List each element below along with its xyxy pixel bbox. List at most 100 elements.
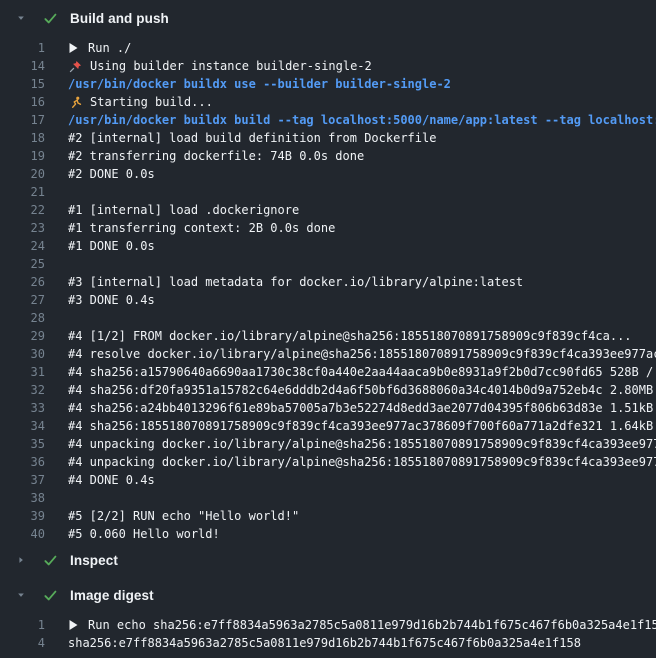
- section-header-image-digest[interactable]: Image digest: [0, 577, 656, 613]
- line-text-content: #5 0.060 Hello world!: [68, 525, 220, 543]
- line-text-content: #4 [1/2] FROM docker.io/library/alpine@s…: [68, 327, 632, 345]
- log-line: 31 #4 sha256:a15790640a6690aa1730c38cf0a4…: [0, 363, 656, 381]
- log-line: 16 Starting build...: [0, 93, 656, 111]
- line-text: #4 DONE 0.4s: [68, 471, 155, 489]
- line-text-content: #4 unpacking docker.io/library/alpine@sh…: [68, 453, 656, 471]
- line-number[interactable]: 16: [0, 93, 45, 111]
- line-number[interactable]: 25: [0, 255, 45, 273]
- section-lines-build-and-push: 1 Run ./ 14 Using builder instance builder-…: [0, 36, 656, 543]
- log-line: 29 #4 [1/2] FROM docker.io/library/alpine…: [0, 327, 656, 345]
- line-text-content: #4 sha256:185518070891758909c9f839cf4ca3…: [68, 417, 656, 435]
- line-number[interactable]: 24: [0, 237, 45, 255]
- line-text: #4 sha256:a15790640a6690aa1730c38cf0a440…: [68, 363, 656, 381]
- line-text-content: sha256:e7ff8834a5963a2785c5a0811e979d16b…: [68, 634, 581, 652]
- line-text: Using builder instance builder-single-2: [68, 57, 372, 75]
- line-number[interactable]: 15: [0, 75, 45, 93]
- line-number[interactable]: 21: [0, 183, 45, 201]
- line-text-content: Starting build...: [90, 93, 213, 111]
- line-number[interactable]: 17: [0, 111, 45, 129]
- chevron-down-icon: [15, 590, 26, 600]
- line-text-content: #4 DONE 0.4s: [68, 471, 155, 489]
- line-text: #2 transferring dockerfile: 74B 0.0s don…: [68, 147, 364, 165]
- log-line: 20 #2 DONE 0.0s: [0, 165, 656, 183]
- line-number[interactable]: 4: [0, 634, 45, 652]
- log-line: 15/usr/bin/docker buildx use --builder b…: [0, 75, 656, 93]
- line-text-content: #4 resolve docker.io/library/alpine@sha2…: [68, 345, 656, 363]
- line-text-content: #2 [internal] load build definition from…: [68, 129, 436, 147]
- log-line: 22#1 [internal] load .dockerignore: [0, 201, 656, 219]
- line-number[interactable]: 23: [0, 219, 45, 237]
- log-line: 35 #4 unpacking docker.io/library/alpine@…: [0, 435, 656, 453]
- play-icon[interactable]: [68, 620, 78, 630]
- log-line: 21: [0, 183, 656, 201]
- line-text-content: #2 DONE 0.0s: [68, 165, 155, 183]
- line-text-content: #5 [2/2] RUN echo "Hello world!": [68, 507, 299, 525]
- line-number[interactable]: 20: [0, 165, 45, 183]
- line-number[interactable]: 22: [0, 201, 45, 219]
- line-text: #2 DONE 0.0s: [68, 165, 155, 183]
- line-text-content: #3 [internal] load metadata for docker.i…: [68, 273, 523, 291]
- line-number[interactable]: 30: [0, 345, 45, 363]
- line-number[interactable]: 39: [0, 507, 45, 525]
- log-line: 30 #4 resolve docker.io/library/alpine@sh…: [0, 345, 656, 363]
- log-line: 34 #4 sha256:185518070891758909c9f839cf4c…: [0, 417, 656, 435]
- play-icon[interactable]: [68, 43, 78, 53]
- log-line: 23 #1 transferring context: 2B 0.0s done: [0, 219, 656, 237]
- log-line: 38: [0, 489, 656, 507]
- log-line: 1 Run echo sha256:e7ff8834a5963a2785c5a08…: [0, 616, 656, 634]
- log-line: 17/usr/bin/docker buildx build --tag loc…: [0, 111, 656, 129]
- check-icon: [43, 553, 58, 568]
- line-text: Run echo sha256:e7ff8834a5963a2785c5a081…: [68, 616, 656, 634]
- line-number[interactable]: 38: [0, 489, 45, 507]
- log-line: 26 #3 [internal] load metadata for docker…: [0, 273, 656, 291]
- log-line: 18 #2 [internal] load build definition fr…: [0, 129, 656, 147]
- line-text-content: /usr/bin/docker buildx build --tag local…: [68, 111, 656, 129]
- line-text: #4 sha256:a24bb4013296f61e89ba57005a7b3e…: [68, 399, 656, 417]
- log-line: 36 #4 unpacking docker.io/library/alpine@…: [0, 453, 656, 471]
- section-header-build-and-push[interactable]: Build and push: [0, 0, 656, 36]
- line-number[interactable]: 1: [0, 39, 45, 57]
- actions-log: Build and push1Run ./14Using builder ins…: [0, 0, 656, 658]
- log-line: 32 #4 sha256:df20fa9351a15782c64e6dddb2d4…: [0, 381, 656, 399]
- section-header-inspect[interactable]: Inspect: [0, 543, 656, 577]
- line-text: #4 unpacking docker.io/library/alpine@sh…: [68, 435, 656, 453]
- line-number[interactable]: 40: [0, 525, 45, 543]
- log-line: 37 #4 DONE 0.4s: [0, 471, 656, 489]
- line-text: #4 sha256:df20fa9351a15782c64e6dddb2d4a6…: [68, 381, 656, 399]
- chevron-right-icon: [15, 555, 26, 565]
- line-number[interactable]: 34: [0, 417, 45, 435]
- log-line: 33 #4 sha256:a24bb4013296f61e89ba57005a7b…: [0, 399, 656, 417]
- line-number[interactable]: 28: [0, 309, 45, 327]
- line-number[interactable]: 26: [0, 273, 45, 291]
- line-number[interactable]: 31: [0, 363, 45, 381]
- line-text: #2 [internal] load build definition from…: [68, 129, 436, 147]
- line-text-content: #1 transferring context: 2B 0.0s done: [68, 219, 335, 237]
- section-title: Image digest: [70, 588, 154, 603]
- log-line: 39 #5 [2/2] RUN echo "Hello world!": [0, 507, 656, 525]
- line-number[interactable]: 29: [0, 327, 45, 345]
- log-line: 40 #5 0.060 Hello world!: [0, 525, 656, 543]
- line-text: #5 0.060 Hello world!: [68, 525, 220, 543]
- chevron-down-icon: [15, 13, 26, 23]
- line-number[interactable]: 14: [0, 57, 45, 75]
- line-text: Starting build...: [68, 93, 213, 111]
- line-number[interactable]: 18: [0, 129, 45, 147]
- line-text-content: #4 sha256:a24bb4013296f61e89ba57005a7b3e…: [68, 399, 656, 417]
- line-text-content: #1 DONE 0.0s: [68, 237, 155, 255]
- line-number[interactable]: 32: [0, 381, 45, 399]
- line-number[interactable]: 19: [0, 147, 45, 165]
- log-line: 19 #2 transferring dockerfile: 74B 0.0s d…: [0, 147, 656, 165]
- line-number[interactable]: 1: [0, 616, 45, 634]
- log-line: 14 Using builder instance builder-single-…: [0, 57, 656, 75]
- line-number[interactable]: 36: [0, 453, 45, 471]
- line-text: Run ./: [68, 39, 131, 57]
- line-text-content: #4 sha256:df20fa9351a15782c64e6dddb2d4a6…: [68, 381, 656, 399]
- section-title: Inspect: [70, 553, 118, 568]
- line-number[interactable]: 27: [0, 291, 45, 309]
- line-number[interactable]: 35: [0, 435, 45, 453]
- line-text: #3 [internal] load metadata for docker.i…: [68, 273, 523, 291]
- pushpin-icon: [68, 60, 82, 73]
- line-number[interactable]: 33: [0, 399, 45, 417]
- line-text: sha256:e7ff8834a5963a2785c5a0811e979d16b…: [68, 634, 581, 652]
- line-number[interactable]: 37: [0, 471, 45, 489]
